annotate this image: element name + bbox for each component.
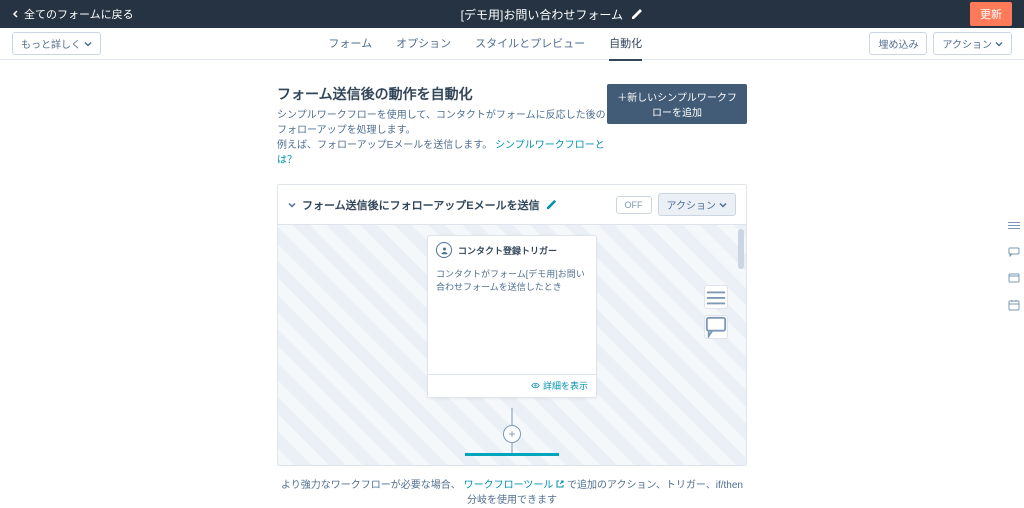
- add-workflow-button[interactable]: ＋新しいシンプルワークフローを追加: [607, 84, 747, 124]
- tab-form[interactable]: フォーム: [328, 27, 372, 61]
- tool-drag[interactable]: [704, 285, 728, 309]
- grip-icon: [705, 286, 727, 308]
- comment-icon: [705, 316, 727, 338]
- embed-button[interactable]: 埋め込み: [869, 32, 927, 55]
- chevron-left-icon: [12, 10, 20, 18]
- workflow-title: フォーム送信後にフォローアップEメールを送信: [302, 197, 540, 213]
- rail-item-4[interactable]: [1008, 299, 1020, 314]
- connector-line: [512, 443, 513, 453]
- scrollbar[interactable]: [738, 229, 744, 461]
- add-step-button[interactable]: +: [503, 425, 521, 443]
- footer-text1: より強力なワークフローが必要な場合、: [281, 480, 461, 491]
- eye-icon: [531, 381, 540, 390]
- trigger-details-link[interactable]: 詳細を表示: [531, 379, 588, 392]
- desc-line1: シンプルワークフローを使用して、コンタクトがフォームに反応した後のフォローアップ…: [277, 110, 606, 136]
- chevron-down-icon: [84, 40, 92, 48]
- tab-options[interactable]: オプション: [396, 27, 451, 61]
- actions-label: アクション: [942, 36, 992, 51]
- scrollbar-thumb[interactable]: [738, 229, 744, 269]
- list-icon: [1008, 221, 1020, 231]
- chevron-down-icon: [719, 201, 727, 209]
- chevron-down-icon[interactable]: [288, 201, 296, 209]
- trigger-card[interactable]: コンタクト登録トリガー コンタクトがフォーム[デモ用]お問い合わせフォームを送信…: [427, 235, 597, 398]
- trigger-body: コンタクトがフォーム[デモ用]お問い合わせフォームを送信したとき: [428, 264, 596, 374]
- trigger-title: コンタクト登録トリガー: [458, 244, 557, 257]
- workflow-actions-label: アクション: [667, 197, 717, 212]
- more-label: もっと詳しく: [21, 36, 81, 51]
- actions-dropdown[interactable]: アクション: [933, 32, 1012, 55]
- rail-item-1[interactable]: [1008, 220, 1020, 234]
- workflow-toggle[interactable]: OFF: [616, 196, 652, 214]
- desc-line2: 例えば、フォローアップEメールを送信します。: [277, 140, 492, 151]
- section-heading: フォーム送信後の動作を自動化: [277, 84, 607, 104]
- back-link[interactable]: 全てのフォームに戻る: [12, 6, 134, 22]
- update-button[interactable]: 更新: [970, 2, 1012, 26]
- back-label: 全てのフォームに戻る: [24, 6, 134, 22]
- external-link-icon: [556, 480, 564, 488]
- tab-automation[interactable]: 自動化: [609, 27, 642, 61]
- pencil-icon[interactable]: [631, 8, 643, 20]
- tab-style-preview[interactable]: スタイルとプレビュー: [475, 27, 585, 61]
- end-line: [465, 453, 559, 456]
- user-icon: [436, 242, 452, 258]
- window-icon: [1008, 272, 1020, 284]
- comment-icon: [1008, 247, 1020, 257]
- workflow-card: フォーム送信後にフォローアップEメールを送信 OFF アクション: [277, 184, 747, 466]
- page-title: [デモ用]お問い合わせフォーム: [461, 6, 623, 23]
- rail-item-3[interactable]: [1008, 272, 1020, 287]
- rail-item-2[interactable]: [1008, 246, 1020, 260]
- workflow-actions-dropdown[interactable]: アクション: [658, 193, 737, 216]
- more-dropdown[interactable]: もっと詳しく: [12, 32, 101, 55]
- tool-comment[interactable]: [704, 315, 728, 339]
- toggle-label: OFF: [625, 200, 643, 210]
- workflow-tool-link[interactable]: ワークフローツール: [464, 480, 567, 491]
- pencil-icon[interactable]: [546, 199, 557, 210]
- chevron-down-icon: [995, 40, 1003, 48]
- workflow-canvas: コンタクト登録トリガー コンタクトがフォーム[デモ用]お問い合わせフォームを送信…: [278, 225, 746, 465]
- calendar-icon: [1008, 299, 1020, 311]
